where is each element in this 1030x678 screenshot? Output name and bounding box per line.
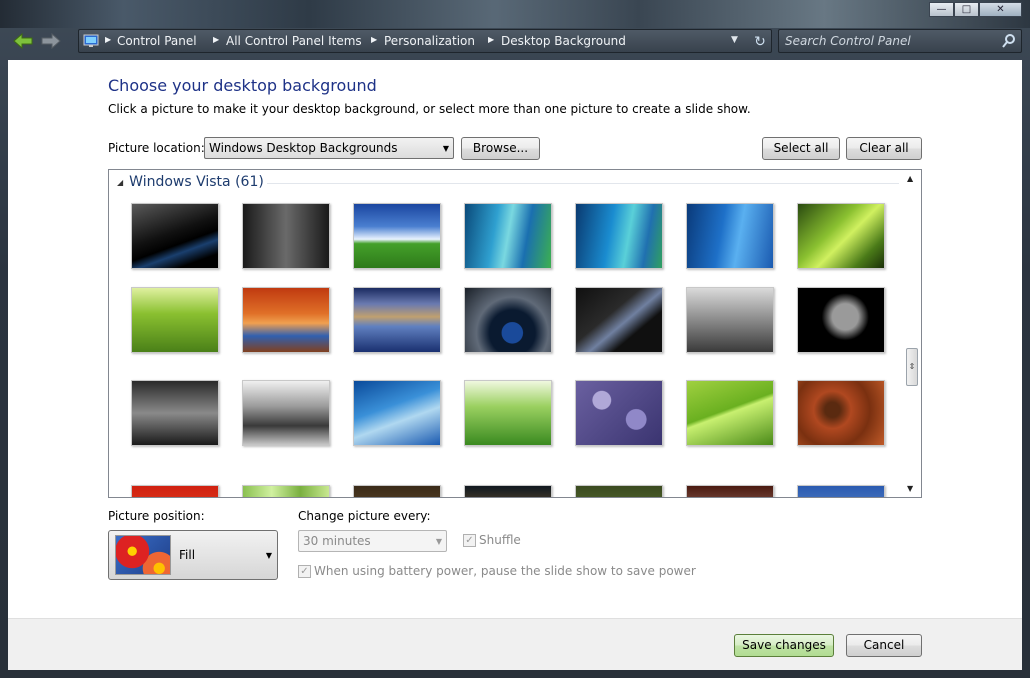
wallpaper-thumbnail[interactable] [686, 203, 774, 269]
wallpaper-thumbnail[interactable] [242, 485, 330, 497]
address-dropdown-icon[interactable]: ▼ [731, 35, 738, 45]
wallpaper-thumbnail[interactable] [353, 380, 441, 446]
breadcrumb-arrow-icon[interactable]: ▶ [105, 35, 111, 44]
scroll-down-icon[interactable]: ▼ [907, 484, 913, 493]
wallpaper-thumbnail[interactable] [464, 287, 552, 353]
wallpaper-thumbnail[interactable] [575, 380, 663, 446]
wallpaper-thumbnail[interactable] [575, 485, 663, 497]
control-panel-icon [83, 34, 99, 47]
chevron-down-icon: ▼ [435, 537, 442, 546]
scroll-thumb[interactable]: ⇕ [906, 348, 918, 386]
content-area: Choose your desktop background Click a p… [8, 60, 1022, 670]
dialog-footer: Save changes Cancel [8, 618, 1022, 670]
wallpaper-thumbnail[interactable] [131, 380, 219, 446]
wallpaper-thumbnail[interactable] [242, 203, 330, 269]
breadcrumb-control-panel[interactable]: Control Panel [117, 34, 197, 48]
page-title: Choose your desktop background [108, 76, 377, 95]
wallpaper-thumbnail[interactable] [797, 380, 885, 446]
back-arrow-icon [13, 32, 33, 50]
wallpaper-thumbnail[interactable] [464, 203, 552, 269]
change-interval-select[interactable]: 30 minutes ▼ [298, 530, 447, 552]
checkmark-icon: ✓ [298, 564, 311, 578]
wallpaper-thumbnail[interactable] [797, 203, 885, 269]
group-header[interactable]: ◢ Windows Vista (61) [117, 174, 264, 190]
wallpaper-thumbnail[interactable] [353, 287, 441, 353]
picture-location-value: Windows Desktop Backgrounds [209, 141, 398, 155]
picture-gallery: ◢ Windows Vista (61) ▲ ⇕ ▼ [108, 169, 922, 498]
chevron-down-icon: ▼ [265, 551, 272, 560]
wallpaper-thumbnail[interactable] [797, 287, 885, 353]
maximize-icon[interactable]: □ [954, 2, 979, 17]
change-interval-value: 30 minutes [303, 534, 371, 548]
window-frame: — □ ✕ ▶ Control Panel ▶ All Control Pane… [0, 0, 1030, 678]
save-changes-button[interactable]: Save changes [734, 634, 834, 657]
search-box [778, 29, 1022, 53]
page-subtitle: Click a picture to make it your desktop … [108, 102, 751, 116]
breadcrumb-all-items[interactable]: All Control Panel Items [226, 34, 362, 48]
browse-button[interactable]: Browse... [461, 137, 540, 160]
search-input[interactable] [785, 33, 995, 49]
cancel-button[interactable]: Cancel [846, 634, 922, 657]
caption-buttons: — □ ✕ [929, 2, 1022, 17]
wallpaper-thumbnail[interactable] [353, 485, 441, 497]
wallpaper-thumbnail[interactable] [242, 287, 330, 353]
forward-button[interactable] [38, 30, 64, 52]
address-bar[interactable]: ▶ Control Panel ▶ All Control Panel Item… [78, 29, 772, 53]
checkmark-icon: ✓ [463, 533, 476, 547]
select-all-button[interactable]: Select all [762, 137, 840, 160]
wallpaper-thumbnail[interactable] [575, 203, 663, 269]
picture-position-label: Picture position: [108, 509, 205, 523]
wallpaper-thumbnail[interactable] [686, 485, 774, 497]
group-divider [267, 183, 899, 184]
wallpaper-thumbnail[interactable] [686, 380, 774, 446]
breadcrumb-arrow-icon[interactable]: ▶ [213, 35, 219, 44]
wallpaper-thumbnail[interactable] [353, 203, 441, 269]
picture-location-select[interactable]: Windows Desktop Backgrounds ▼ [204, 137, 454, 159]
refresh-icon[interactable]: ↻ [751, 33, 769, 51]
back-button[interactable] [10, 30, 36, 52]
picture-position-select[interactable]: Fill ▼ [108, 530, 278, 580]
chevron-down-icon: ▼ [442, 144, 449, 153]
breadcrumb-desktop-background[interactable]: Desktop Background [501, 34, 626, 48]
picture-location-label: Picture location: [108, 141, 205, 155]
position-preview [115, 535, 171, 575]
shuffle-label: Shuffle [479, 533, 521, 547]
battery-pause-checkbox[interactable]: ✓ When using battery power, pause the sl… [298, 564, 696, 578]
breadcrumb-arrow-icon[interactable]: ▶ [488, 35, 494, 44]
wallpaper-thumbnail[interactable] [131, 203, 219, 269]
title-bar [0, 0, 1030, 28]
wallpaper-thumbnail[interactable] [686, 287, 774, 353]
wallpaper-thumbnail[interactable] [575, 287, 663, 353]
picture-position-value: Fill [179, 548, 196, 562]
collapse-triangle-icon[interactable]: ◢ [117, 178, 123, 187]
navigation-bar: ▶ Control Panel ▶ All Control Panel Item… [8, 28, 1022, 55]
breadcrumb-arrow-icon[interactable]: ▶ [371, 35, 377, 44]
wallpaper-thumbnail[interactable] [464, 380, 552, 446]
forward-arrow-icon [41, 32, 61, 50]
minimize-icon[interactable]: — [929, 2, 954, 17]
wallpaper-thumbnail[interactable] [242, 380, 330, 446]
wallpaper-thumbnail[interactable] [464, 485, 552, 497]
close-icon[interactable]: ✕ [979, 2, 1022, 17]
clear-all-button[interactable]: Clear all [846, 137, 922, 160]
group-title: Windows Vista (61) [129, 174, 264, 190]
breadcrumb-personalization[interactable]: Personalization [384, 34, 475, 48]
change-picture-label: Change picture every: [298, 509, 431, 523]
search-icon[interactable] [1001, 33, 1017, 49]
gallery-scrollbar[interactable]: ▲ ⇕ ▼ [904, 170, 921, 497]
scroll-up-icon[interactable]: ▲ [907, 174, 913, 183]
shuffle-checkbox[interactable]: ✓ Shuffle [463, 533, 521, 547]
battery-pause-label: When using battery power, pause the slid… [314, 564, 696, 578]
wallpaper-thumbnail[interactable] [131, 287, 219, 353]
wallpaper-thumbnail[interactable] [797, 485, 885, 497]
wallpaper-thumbnail[interactable] [131, 485, 219, 497]
